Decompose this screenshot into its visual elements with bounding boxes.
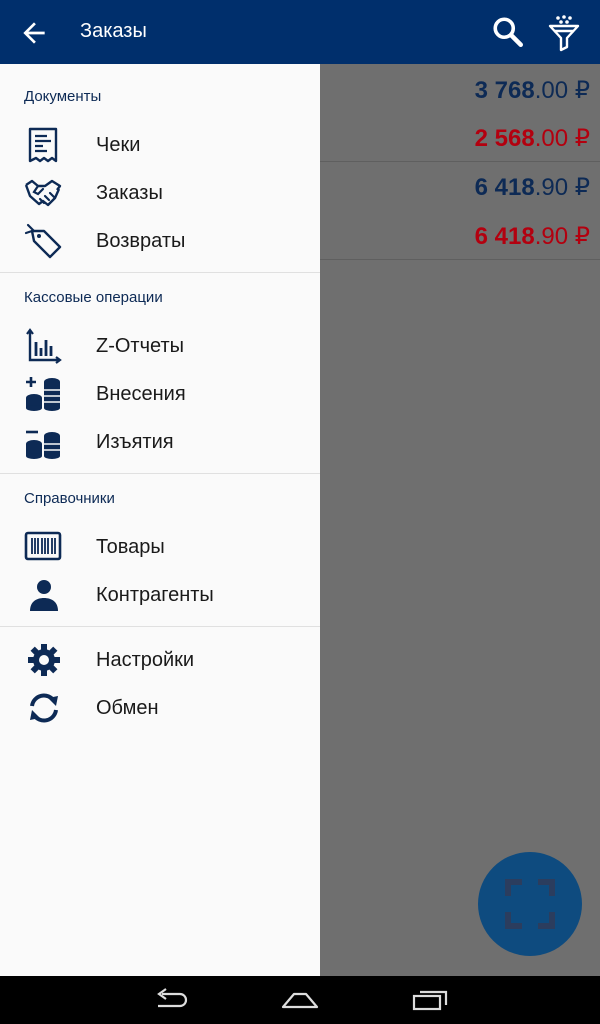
drawer-item-counterparties[interactable]: Контрагенты (0, 571, 320, 619)
chart-icon (26, 328, 62, 364)
barcode-icon (24, 531, 62, 561)
sync-icon (30, 693, 58, 723)
person-icon (30, 580, 58, 611)
drawer-item-receipts[interactable]: Чеки (0, 121, 320, 169)
order-amount: 6 418.90 ₽ (474, 174, 590, 201)
order-amount: 3 768.00 ₽ (474, 77, 590, 104)
drawer-divider (0, 272, 320, 273)
drawer-item-z-reports[interactable]: Z-Отчеты (0, 322, 320, 370)
drawer-item-exchange[interactable]: Обмен (0, 684, 320, 732)
drawer-item-withdrawals[interactable]: Изъятия (0, 418, 320, 466)
gear-icon (28, 644, 60, 676)
drawer-item-label: Контрагенты (96, 584, 214, 606)
drawer-item-label: Возвраты (96, 230, 186, 252)
handshake-icon (24, 179, 62, 207)
drawer-divider (0, 473, 320, 474)
coins-minus-icon (26, 430, 60, 459)
section-title-documents: Документы (24, 88, 102, 105)
coins-plus-icon (26, 377, 60, 411)
scan-fab-button[interactable] (478, 852, 582, 956)
return-tag-icon (24, 223, 62, 259)
order-amount-negative: 2 568.00 ₽ (474, 125, 590, 152)
drawer-item-deposits[interactable]: Внесения (0, 370, 320, 418)
system-navigation-bar (0, 976, 600, 1024)
section-title-cash-operations: Кассовые операции (24, 289, 163, 306)
search-icon[interactable] (490, 14, 526, 50)
drawer-item-label: Изъятия (96, 431, 174, 453)
drawer-item-label: Настройки (96, 649, 195, 671)
drawer-item-label: Внесения (96, 383, 186, 405)
filter-icon[interactable] (544, 12, 584, 52)
app-bar: Заказы (0, 0, 600, 64)
recent-apps-nav-icon[interactable] (410, 988, 450, 1012)
receipt-icon (28, 127, 58, 163)
drawer-item-label: Обмен (96, 697, 159, 719)
drawer-item-settings[interactable]: Настройки (0, 636, 320, 684)
home-nav-icon[interactable] (280, 988, 320, 1012)
drawer-item-label: Чеки (96, 134, 141, 156)
order-amount-negative: 6 418.90 ₽ (474, 223, 590, 250)
page-title: Заказы (80, 20, 147, 42)
navigation-drawer: Документы Чеки Заказы Возвраты Кассовые … (0, 64, 320, 976)
back-arrow-icon[interactable] (18, 17, 50, 49)
drawer-item-products[interactable]: Товары (0, 523, 320, 571)
drawer-item-label: Товары (96, 536, 165, 558)
drawer-item-label: Заказы (96, 182, 163, 204)
back-nav-icon[interactable] (152, 988, 192, 1012)
section-title-references: Справочники (24, 490, 115, 507)
drawer-item-orders[interactable]: Заказы (0, 169, 320, 217)
fullscreen-scan-icon (505, 879, 555, 929)
drawer-item-label: Z-Отчеты (96, 335, 185, 357)
drawer-divider (0, 626, 320, 627)
drawer-item-returns[interactable]: Возвраты (0, 217, 320, 265)
